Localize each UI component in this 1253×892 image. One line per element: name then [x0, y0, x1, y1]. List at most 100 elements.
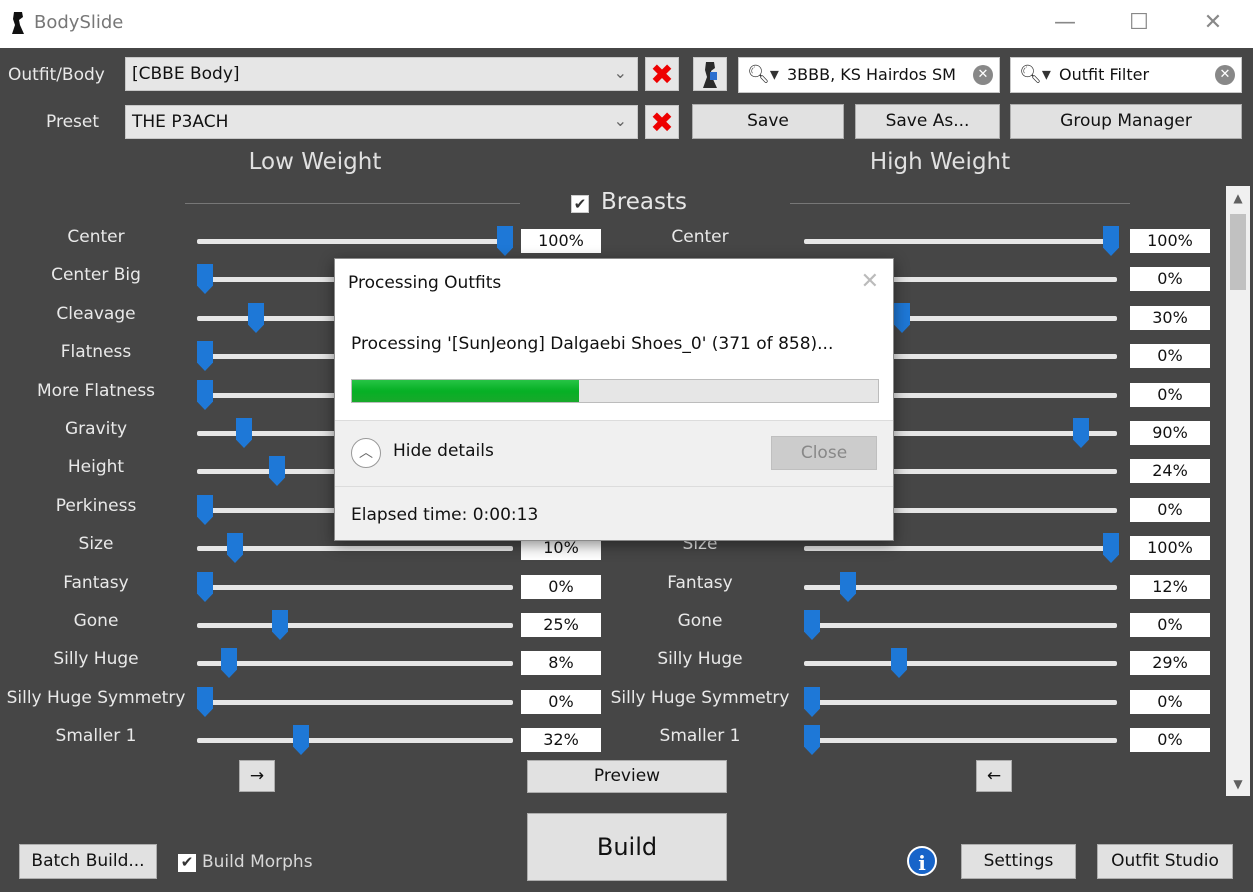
- preset-dropdown[interactable]: THE P3ACH ⌄: [125, 105, 638, 139]
- slider-track-high[interactable]: [804, 661, 1117, 666]
- slider-thumb-low[interactable]: [197, 380, 213, 410]
- slider-value-high[interactable]: 100%: [1130, 229, 1210, 253]
- info-icon[interactable]: i: [907, 846, 937, 876]
- hide-details-toggle[interactable]: Hide details: [393, 441, 494, 461]
- slider-value-high[interactable]: 0%: [1130, 728, 1210, 752]
- slider-thumb-low[interactable]: [227, 533, 243, 563]
- slider-track-low[interactable]: [197, 585, 513, 590]
- slider-label-low: Silly Huge Symmetry: [6, 688, 186, 708]
- group-filter-input[interactable]: 3BBB, KS Hairdos SM: [787, 65, 956, 84]
- slider-track-low[interactable]: [197, 661, 513, 666]
- category-separator-right: [790, 203, 1130, 204]
- group-filter-search[interactable]: 🔍︎▾ 3BBB, KS Hairdos SM ✕: [738, 57, 1000, 93]
- slider-track-high[interactable]: [804, 623, 1117, 628]
- slider-thumb-low[interactable]: [197, 264, 213, 294]
- slider-track-low[interactable]: [197, 546, 513, 551]
- slider-thumb-low[interactable]: [272, 610, 288, 640]
- close-window-button[interactable]: ✕: [1190, 8, 1236, 38]
- slider-thumb-low[interactable]: [497, 226, 513, 256]
- slider-label-low: Perkiness: [55, 496, 137, 516]
- copy-high-to-low-button[interactable]: ←: [976, 760, 1012, 792]
- slider-value-high[interactable]: 0%: [1130, 690, 1210, 714]
- maximize-button[interactable]: ☐: [1116, 8, 1162, 38]
- slider-thumb-low[interactable]: [197, 341, 213, 371]
- save-as-button[interactable]: Save As...: [855, 104, 1000, 139]
- slider-value-low[interactable]: 0%: [521, 575, 601, 599]
- slider-track-high[interactable]: [804, 546, 1117, 551]
- batch-build-button[interactable]: Batch Build...: [19, 844, 157, 879]
- breasts-category-checkbox[interactable]: ✔: [571, 195, 589, 213]
- slider-thumb-low[interactable]: [293, 725, 309, 755]
- slider-scrollbar[interactable]: ▲ ▼: [1226, 186, 1250, 796]
- breasts-category-heading: Breasts: [601, 189, 687, 215]
- slider-value-low[interactable]: 0%: [521, 690, 601, 714]
- outfit-filter-input[interactable]: Outfit Filter: [1059, 65, 1149, 84]
- slider-thumb-low[interactable]: [197, 495, 213, 525]
- chevron-up-icon[interactable]: ︿: [351, 438, 381, 468]
- slider-thumb-high[interactable]: [804, 725, 820, 755]
- dialog-close-button[interactable]: Close: [771, 436, 877, 470]
- delete-preset-icon[interactable]: ✖: [645, 105, 679, 139]
- slider-track-low[interactable]: [197, 239, 513, 244]
- scroll-up-icon[interactable]: ▲: [1226, 186, 1250, 210]
- preview-button[interactable]: Preview: [527, 760, 727, 793]
- save-button[interactable]: Save: [692, 104, 844, 139]
- slider-value-high[interactable]: 0%: [1130, 344, 1210, 368]
- slider-value-high[interactable]: 0%: [1130, 613, 1210, 637]
- slider-track-high[interactable]: [804, 239, 1117, 244]
- slider-thumb-low[interactable]: [221, 648, 237, 678]
- slider-thumb-high[interactable]: [1103, 226, 1119, 256]
- slider-value-high[interactable]: 100%: [1130, 536, 1210, 560]
- slider-value-high[interactable]: 24%: [1130, 459, 1210, 483]
- dialog-close-icon[interactable]: ✕: [861, 269, 879, 294]
- slider-value-high[interactable]: 0%: [1130, 498, 1210, 522]
- slider-thumb-high[interactable]: [1073, 418, 1089, 448]
- slider-thumb-low[interactable]: [248, 303, 264, 333]
- delete-outfit-icon[interactable]: ✖: [645, 57, 679, 91]
- copy-low-to-high-button[interactable]: →: [239, 760, 275, 792]
- slider-thumb-low[interactable]: [236, 418, 252, 448]
- slider-value-low[interactable]: 25%: [521, 613, 601, 637]
- build-button[interactable]: Build: [527, 813, 727, 881]
- slider-thumb-high[interactable]: [1103, 533, 1119, 563]
- dialog-progress-message: Processing '[SunJeong] Dalgaebi Shoes_0'…: [351, 334, 834, 354]
- scroll-down-icon[interactable]: ▼: [1226, 772, 1250, 796]
- slider-thumb-high[interactable]: [804, 687, 820, 717]
- slider-thumb-high[interactable]: [894, 303, 910, 333]
- slider-track-low[interactable]: [197, 700, 513, 705]
- slider-label-high: Center: [671, 227, 729, 247]
- slider-thumb-high[interactable]: [804, 610, 820, 640]
- slider-value-high[interactable]: 0%: [1130, 267, 1210, 291]
- slider-track-low[interactable]: [197, 738, 513, 743]
- slider-value-low[interactable]: 8%: [521, 651, 601, 675]
- slider-value-low[interactable]: 100%: [521, 229, 601, 253]
- slider-track-high[interactable]: [804, 700, 1117, 705]
- slider-track-low[interactable]: [197, 623, 513, 628]
- group-filter-toggle[interactable]: [693, 57, 727, 91]
- slider-thumb-high[interactable]: [840, 572, 856, 602]
- scrollbar-thumb[interactable]: [1230, 214, 1246, 290]
- settings-button[interactable]: Settings: [961, 844, 1076, 879]
- outfit-body-dropdown[interactable]: [CBBE Body] ⌄: [125, 57, 638, 91]
- minimize-button[interactable]: —: [1042, 8, 1088, 38]
- slider-thumb-low[interactable]: [269, 456, 285, 486]
- slider-value-high[interactable]: 30%: [1130, 306, 1210, 330]
- slider-thumb-low[interactable]: [197, 687, 213, 717]
- preset-label: Preset: [46, 112, 100, 132]
- slider-label-high: Silly Huge: [657, 649, 743, 669]
- slider-thumb-low[interactable]: [197, 572, 213, 602]
- clear-group-filter-icon[interactable]: ✕: [973, 65, 993, 85]
- group-manager-button[interactable]: Group Manager: [1010, 104, 1242, 139]
- slider-label-low: Cleavage: [56, 304, 136, 324]
- clear-outfit-filter-icon[interactable]: ✕: [1215, 65, 1235, 85]
- slider-value-high[interactable]: 0%: [1130, 383, 1210, 407]
- slider-track-high[interactable]: [804, 738, 1117, 743]
- outfit-filter-search[interactable]: 🔍︎▾ Outfit Filter ✕: [1010, 57, 1242, 93]
- outfit-studio-button[interactable]: Outfit Studio: [1097, 844, 1233, 879]
- slider-value-high[interactable]: 90%: [1130, 421, 1210, 445]
- slider-value-high[interactable]: 12%: [1130, 575, 1210, 599]
- slider-value-low[interactable]: 32%: [521, 728, 601, 752]
- slider-thumb-high[interactable]: [891, 648, 907, 678]
- slider-value-high[interactable]: 29%: [1130, 651, 1210, 675]
- build-morphs-checkbox[interactable]: ✔: [178, 854, 196, 872]
